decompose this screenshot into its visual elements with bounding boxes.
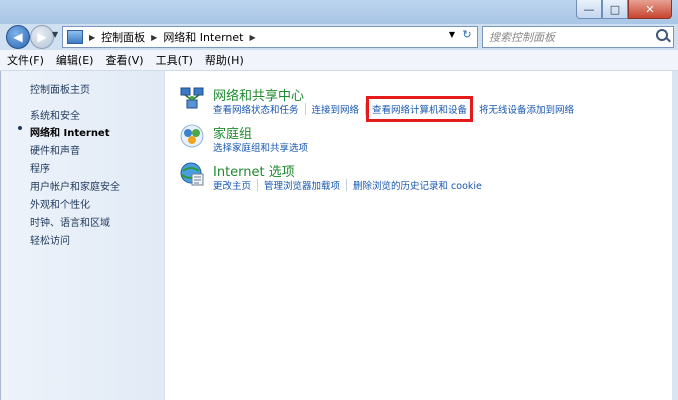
link-homegroup-options[interactable]: 选择家庭组和共享选项 [213, 140, 308, 154]
nav-hardware-sound[interactable]: 硬件和声音 [30, 142, 80, 157]
category-links: 选择家庭组和共享选项 [213, 140, 308, 154]
menu-tools[interactable]: 工具(T) [151, 52, 198, 68]
recent-pages-dropdown-icon[interactable]: ▼ [52, 30, 58, 39]
nav-control-panel-home[interactable]: 控制面板主页 [30, 81, 90, 96]
link-connect-to-network[interactable]: 连接到网络 [312, 102, 360, 116]
homegroup-icon [180, 124, 204, 148]
forward-button[interactable]: ▶ [30, 25, 54, 49]
breadcrumb-network-internet[interactable]: 网络和 Internet [163, 29, 243, 45]
address-dropdown-icon[interactable]: ▼ [449, 30, 455, 39]
menu-file[interactable]: 文件(F) [2, 52, 49, 68]
link-divider [365, 103, 367, 115]
content-area: 控制面板主页 系统和安全 网络和 Internet 硬件和声音 程序 用户帐户和… [0, 71, 673, 400]
search-icon[interactable] [656, 29, 668, 41]
nav-user-accounts[interactable]: 用户帐户和家庭安全 [30, 178, 120, 193]
menu-bar: 文件(F) 编辑(E) 查看(V) 工具(T) 帮助(H) [0, 50, 678, 71]
nav-system-security[interactable]: 系统和安全 [30, 107, 80, 122]
search-input[interactable]: 搜索控制面板 [482, 26, 674, 48]
link-divider [257, 179, 259, 191]
category-links: 更改主页 管理浏览器加载项 删除浏览的历史记录和 cookie [213, 178, 482, 192]
refresh-icon[interactable]: ↻ [459, 28, 475, 44]
left-navigation-pane: 控制面板主页 系统和安全 网络和 Internet 硬件和声音 程序 用户帐户和… [1, 71, 165, 400]
vertical-scrollbar[interactable] [672, 71, 678, 400]
title-bar: — □ ✕ [0, 0, 678, 24]
back-button[interactable]: ◀ [6, 25, 30, 49]
window-controls: — □ ✕ [576, 0, 672, 19]
link-divider [346, 179, 348, 191]
link-view-network-status[interactable]: 查看网络状态和任务 [213, 102, 299, 116]
nav-network-internet[interactable]: 网络和 Internet [30, 124, 110, 139]
control-panel-icon [67, 30, 83, 44]
breadcrumb-separator-icon[interactable]: ▶ [250, 33, 256, 42]
address-bar[interactable]: ▶ 控制面板 ▶ 网络和 Internet ▶ ▼ ↻ [62, 26, 478, 48]
network-sharing-center-icon [180, 87, 204, 109]
internet-options-icon [180, 162, 204, 186]
search-placeholder: 搜索控制面板 [489, 31, 555, 44]
breadcrumb-separator-icon[interactable]: ▶ [89, 33, 95, 42]
nav-appearance[interactable]: 外观和个性化 [30, 196, 90, 211]
nav-programs[interactable]: 程序 [30, 160, 50, 175]
close-button[interactable]: ✕ [628, 0, 672, 19]
link-delete-history[interactable]: 删除浏览的历史记录和 cookie [353, 178, 482, 192]
category-links: 查看网络状态和任务 连接到网络 查看网络计算机和设备 将无线设备添加到网络 [213, 96, 574, 122]
link-divider [304, 103, 306, 115]
navigation-bar: ◀ ▶ ▼ ▶ 控制面板 ▶ 网络和 Internet ▶ ▼ ↻ 搜索控制面板 [0, 24, 678, 50]
maximize-button[interactable]: □ [602, 0, 628, 19]
current-item-bullet-icon [18, 126, 22, 130]
link-add-wireless-device[interactable]: 将无线设备添加到网络 [479, 102, 574, 116]
link-change-homepage[interactable]: 更改主页 [213, 178, 251, 192]
nav-clock-language[interactable]: 时钟、语言和区域 [30, 214, 110, 229]
breadcrumb-separator-icon[interactable]: ▶ [151, 33, 157, 42]
menu-help[interactable]: 帮助(H) [200, 52, 249, 68]
menu-view[interactable]: 查看(V) [100, 52, 148, 68]
menu-edit[interactable]: 编辑(E) [51, 52, 99, 68]
link-manage-addons[interactable]: 管理浏览器加载项 [264, 178, 340, 192]
nav-ease-of-access[interactable]: 轻松访问 [30, 232, 70, 247]
link-view-network-computers[interactable]: 查看网络计算机和设备 [366, 96, 474, 122]
breadcrumb-control-panel[interactable]: 控制面板 [101, 29, 145, 45]
minimize-button[interactable]: — [576, 0, 602, 19]
